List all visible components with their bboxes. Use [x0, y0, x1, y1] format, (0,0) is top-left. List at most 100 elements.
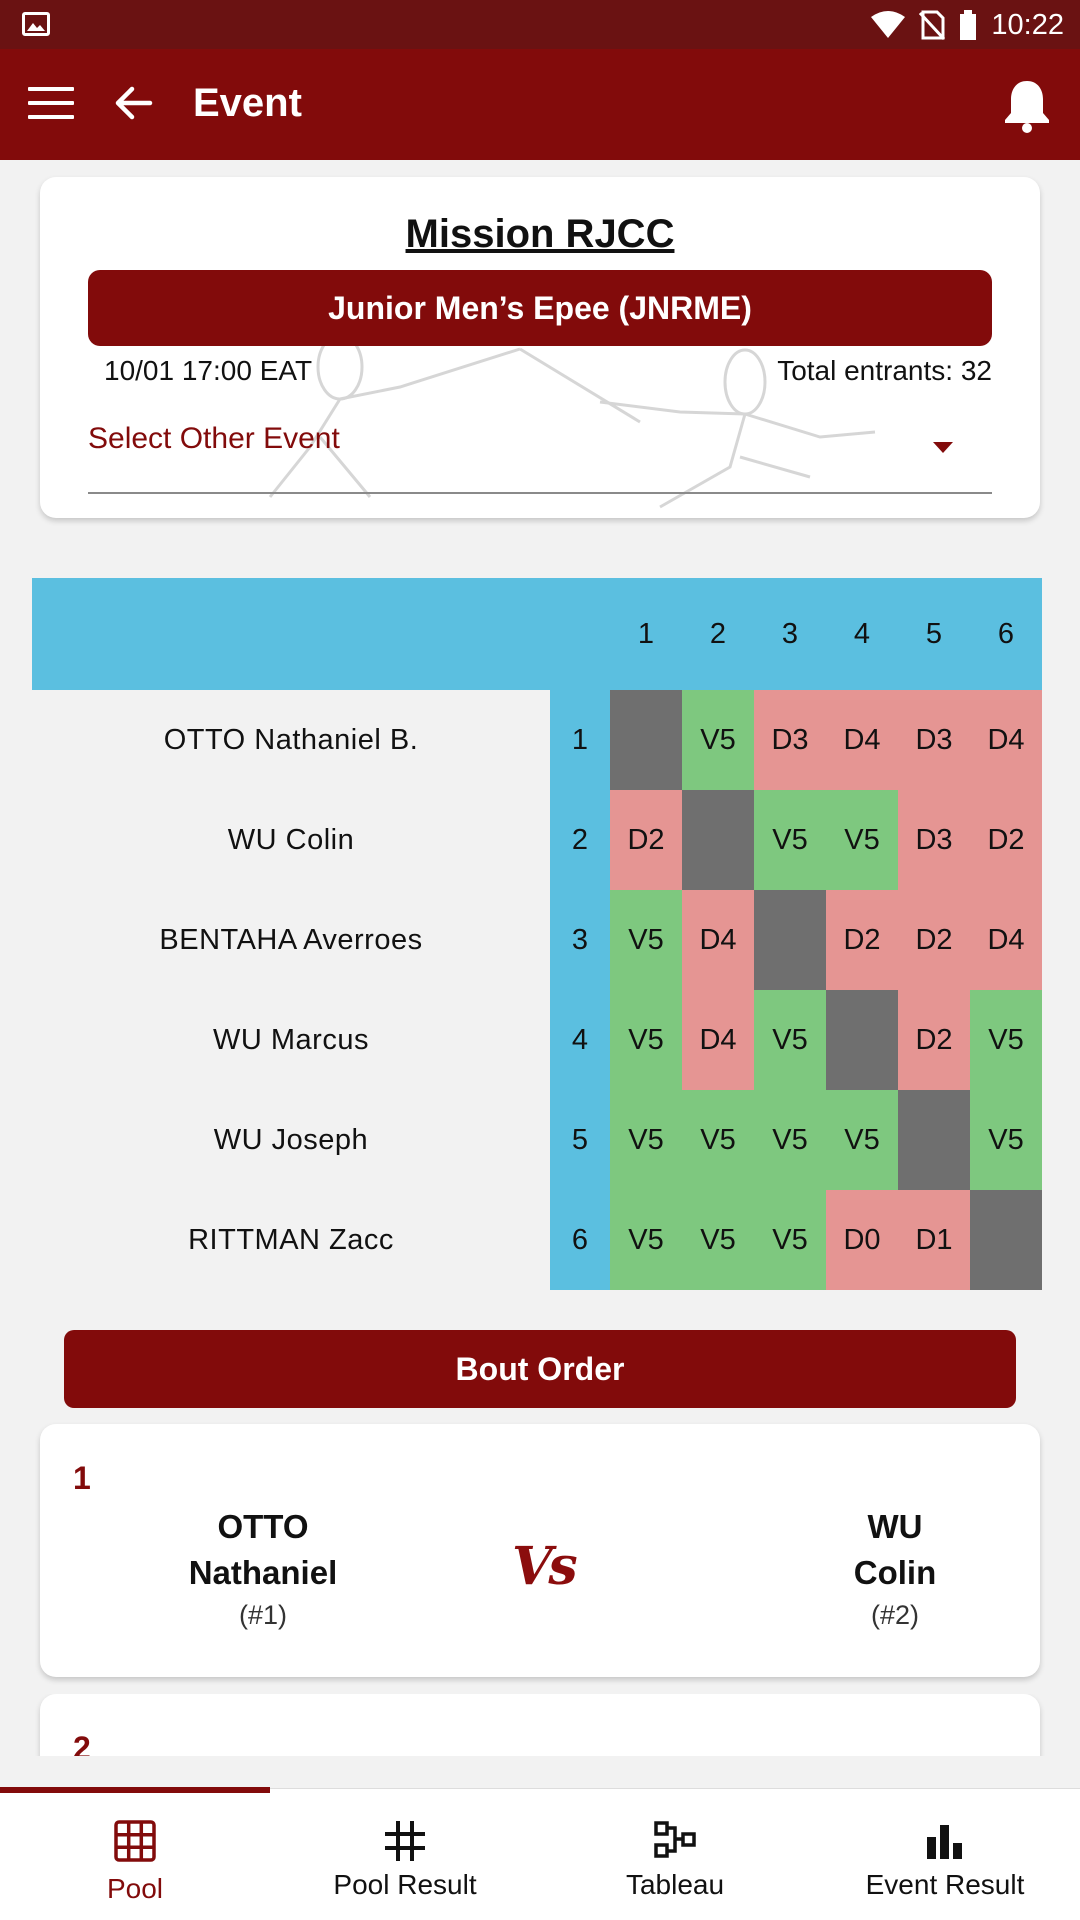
- pool-result-cell: V5: [754, 1090, 826, 1190]
- fencer-number: 5: [550, 1090, 610, 1190]
- pool-row: OTTO Nathaniel B. 1 V5 D3 D4 D3 D4: [32, 690, 1042, 790]
- fencer-first-name: Colin: [853, 1554, 937, 1591]
- event-name: Mission RJCC: [405, 212, 675, 256]
- right-fencer: WU Colin (#2): [715, 1504, 1075, 1634]
- bottom-navigation: Pool Pool Result Tableau Event Result: [0, 1787, 1080, 1920]
- status-bar: 10:22: [0, 0, 1080, 49]
- competition-banner: Junior Men’s Epee (JNRME): [88, 270, 992, 346]
- pool-cell-self: [754, 890, 826, 990]
- bout-number: 2: [73, 1730, 91, 1756]
- bout-list-clip: 2: [0, 1694, 1080, 1756]
- pool-result-cell: V5: [826, 1090, 898, 1190]
- pool-result-cell: V5: [754, 790, 826, 890]
- bout-card[interactable]: 1 OTTO Nathaniel (#1) Vs WU Colin (#2): [40, 1424, 1040, 1677]
- pool-result-cell: D4: [970, 890, 1042, 990]
- tab-pool[interactable]: Pool: [0, 1789, 270, 1920]
- pool-result-cell: V5: [754, 1190, 826, 1290]
- pool-column-header: 5: [925, 618, 943, 650]
- pool-column-header: 4: [853, 618, 871, 650]
- pool-cell-self: [898, 1090, 970, 1190]
- pool-result-cell: V5: [610, 1090, 682, 1190]
- pool-row: WU Marcus 4 V5 D4 V5 D2 V5: [32, 990, 1042, 1090]
- tab-label: Event Result: [865, 1869, 1025, 1900]
- fencer-number: 2: [550, 790, 610, 890]
- fencer-seed: (#2): [870, 1600, 919, 1630]
- fencer-first-name: Nathaniel: [188, 1554, 338, 1591]
- event-card: Mission RJCC Junior Men’s Epee (JNRME) 1…: [40, 177, 1040, 518]
- grid-icon: [114, 1820, 156, 1862]
- pool-result-cell: V5: [970, 1090, 1042, 1190]
- fencer-last-name: OTTO: [217, 1508, 309, 1545]
- pool-result-cell: V5: [970, 990, 1042, 1090]
- pool-result-cell: D2: [898, 890, 970, 990]
- pool-result-cell: D4: [826, 690, 898, 790]
- pool-column-header: 3: [781, 618, 799, 650]
- pool-result-cell: V5: [610, 1190, 682, 1290]
- pool-cell-self: [826, 990, 898, 1090]
- fencer-name: WU Joseph: [213, 1124, 369, 1156]
- pool-result-cell: D2: [826, 890, 898, 990]
- pool-result-cell: V5: [682, 690, 754, 790]
- page-title: Event: [193, 81, 302, 125]
- tab-label: Tableau: [625, 1869, 725, 1900]
- pool-result-cell: D3: [898, 790, 970, 890]
- fencer-name: WU Marcus: [213, 1024, 369, 1056]
- menu-icon[interactable]: [28, 87, 74, 121]
- pool-row: WU Joseph 5 V5 V5 V5 V5 V5: [32, 1090, 1042, 1190]
- pool-result-cell: D3: [898, 690, 970, 790]
- pool-result-cell: D2: [970, 790, 1042, 890]
- tab-tableau[interactable]: Tableau: [540, 1789, 810, 1920]
- event-datetime: 10/01 17:00 EAT: [104, 355, 313, 386]
- pool-column-header: 2: [709, 618, 727, 650]
- bout-order-button[interactable]: Bout Order: [64, 1330, 1016, 1408]
- pool-row: WU Colin 2 D2 V5 V5 D3 D2: [32, 790, 1042, 890]
- battery-icon: [960, 10, 977, 40]
- tab-label: Pool Result: [333, 1869, 477, 1900]
- pool-result-cell: D2: [610, 790, 682, 890]
- back-arrow-icon[interactable]: [110, 79, 158, 127]
- fencer-number: 1: [550, 690, 610, 790]
- total-entrants: Total entrants: 32: [777, 355, 992, 386]
- hash-icon: [385, 1821, 425, 1861]
- wifi-icon: [871, 11, 906, 38]
- fencer-last-name: WU: [867, 1508, 923, 1545]
- pool-result-cell: V5: [754, 990, 826, 1090]
- tab-label: Pool: [106, 1873, 164, 1904]
- select-other-event-dropdown[interactable]: Select Other Event: [88, 422, 340, 456]
- no-sim-icon: [919, 10, 946, 40]
- pool-result-cell: V5: [682, 1090, 754, 1190]
- pool-cell-self: [682, 790, 754, 890]
- pool-row: RITTMAN Zacc 6 V5 V5 V5 D0 D1: [32, 1190, 1042, 1290]
- pool-result-cell: V5: [610, 990, 682, 1090]
- fencer-name: RITTMAN Zacc: [188, 1224, 394, 1256]
- image-notification-icon: [22, 12, 50, 36]
- pool-result-cell: V5: [826, 790, 898, 890]
- pool-cell-self: [970, 1190, 1042, 1290]
- pool-table-header: 1 2 3 4 5 6: [32, 578, 1042, 690]
- fencer-seed: (#1): [238, 1600, 287, 1630]
- pool-result-cell: V5: [682, 1190, 754, 1290]
- tab-pool-result[interactable]: Pool Result: [270, 1789, 540, 1920]
- fencer-name: WU Colin: [227, 824, 355, 856]
- fencer-number: 4: [550, 990, 610, 1090]
- pool-row: BENTAHA Averroes 3 V5 D4 D2 D2 D4: [32, 890, 1042, 990]
- pool-result-cell: D4: [682, 890, 754, 990]
- pool-result-cell: D4: [682, 990, 754, 1090]
- pool-column-header: 6: [997, 618, 1015, 650]
- app-bar: Event: [0, 49, 1080, 160]
- pool-result-cell: D2: [898, 990, 970, 1090]
- tab-event-result[interactable]: Event Result: [810, 1789, 1080, 1920]
- fencer-name: OTTO Nathaniel B.: [163, 724, 419, 756]
- dropdown-underline: [88, 492, 992, 494]
- status-time: 10:22: [991, 8, 1064, 41]
- pool-result-cell: D4: [970, 690, 1042, 790]
- fencer-name: BENTAHA Averroes: [159, 924, 423, 956]
- fencer-number: 6: [550, 1190, 610, 1290]
- pool-column-header: 1: [637, 618, 655, 650]
- bell-icon[interactable]: [1002, 77, 1052, 133]
- bracket-icon: [654, 1821, 696, 1858]
- bout-card[interactable]: 2: [40, 1694, 1040, 1756]
- left-fencer: OTTO Nathaniel (#1): [83, 1504, 443, 1634]
- dropdown-caret-icon[interactable]: [933, 442, 953, 453]
- pool-cell-self: [610, 690, 682, 790]
